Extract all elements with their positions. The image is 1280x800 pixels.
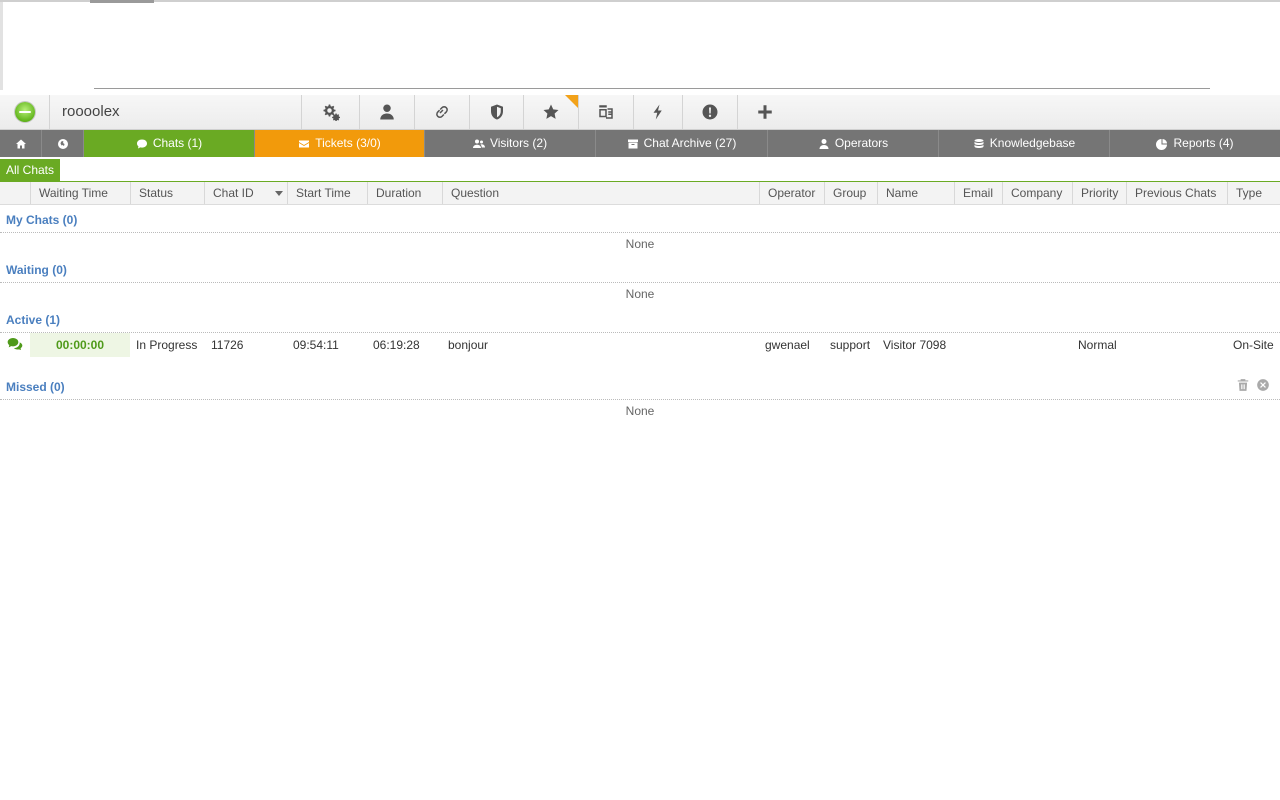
column-duration[interactable]: Duration — [367, 182, 442, 204]
favorites-button[interactable] — [524, 95, 579, 129]
add-icon — [758, 105, 772, 119]
globe-icon — [57, 138, 68, 149]
users-icon — [472, 139, 485, 148]
column-operator[interactable]: Operator — [759, 182, 824, 204]
tab-chats-label: Chats (1) — [152, 136, 203, 150]
alerts-button[interactable] — [683, 95, 738, 129]
tab-home[interactable] — [0, 130, 42, 157]
chat-subtabs: All Chats — [0, 157, 1280, 182]
settings-icon — [323, 104, 340, 121]
waiting-time-cell: 00:00:00 — [30, 333, 130, 357]
missed-empty: None — [625, 404, 655, 418]
star-icon — [543, 104, 559, 119]
database-icon — [974, 138, 984, 148]
top-divider — [94, 88, 1210, 89]
tab-chat-archive-label: Chat Archive (27) — [643, 136, 737, 150]
name-cell: Visitor 7098 — [883, 338, 947, 352]
top-tab-marker — [90, 0, 154, 3]
column-priority[interactable]: Priority — [1072, 182, 1126, 204]
column-start-time[interactable]: Start Time — [287, 182, 367, 204]
chat-row-icon — [7, 337, 23, 353]
section-waiting-title: Waiting (0) — [6, 263, 67, 277]
settings-button[interactable] — [302, 95, 360, 129]
my-chats-empty: None — [625, 237, 655, 251]
duration-cell: 06:19:28 — [373, 338, 420, 352]
shield-icon — [490, 104, 503, 120]
chat-bubbles-icon — [7, 338, 23, 350]
column-group[interactable]: Group — [824, 182, 877, 204]
column-type[interactable]: Type — [1227, 182, 1280, 204]
table-row[interactable]: 00:00:00 In Progress 11726 09:54:11 06:1… — [0, 333, 1280, 357]
user-icon — [380, 104, 394, 120]
left-edge — [0, 2, 3, 90]
tab-tickets-label: Tickets (3/0) — [315, 136, 381, 150]
operator-status-button[interactable] — [0, 95, 50, 129]
group-cell: support — [830, 338, 871, 352]
flash-icon — [653, 104, 662, 120]
operator-name: roooolex — [51, 95, 302, 129]
waiting-empty: None — [625, 287, 655, 301]
status-cell: In Progress — [136, 338, 198, 352]
add-button[interactable] — [738, 95, 792, 129]
section-divider — [0, 282, 1280, 283]
chat-id-cell: 11726 — [211, 338, 244, 352]
trash-icon[interactable] — [1236, 378, 1250, 392]
column-email[interactable]: Email — [954, 182, 1002, 204]
section-active-title: Active (1) — [6, 313, 61, 327]
main-navigation: Chats (1) Tickets (3/0) Visitors (2) Cha… — [0, 130, 1280, 157]
priority-cell: Normal — [1078, 338, 1117, 352]
chat-icon — [136, 139, 147, 148]
home-icon — [15, 139, 26, 148]
column-status[interactable]: Status — [130, 182, 204, 204]
tab-chat-archive[interactable]: Chat Archive (27) — [596, 130, 768, 157]
chat-table-header: Waiting Time Status Chat ID Start Time D… — [0, 182, 1280, 205]
tab-operators-label: Operators — [834, 136, 889, 150]
column-previous-chats[interactable]: Previous Chats — [1126, 182, 1227, 204]
online-status-icon — [15, 102, 35, 122]
operator-cell: gwenael — [765, 338, 810, 352]
link-button[interactable] — [415, 95, 470, 129]
tab-chats[interactable]: Chats (1) — [84, 130, 255, 157]
alert-icon — [702, 104, 718, 120]
column-waiting-time[interactable]: Waiting Time — [30, 182, 130, 204]
question-cell: bonjour — [448, 338, 489, 352]
section-divider — [0, 399, 1280, 400]
missed-actions — [1236, 378, 1270, 392]
shield-button[interactable] — [470, 95, 524, 129]
section-divider — [0, 232, 1280, 233]
tab-globe[interactable] — [42, 130, 84, 157]
tab-tickets[interactable]: Tickets (3/0) — [255, 130, 425, 157]
subtab-all-chats[interactable]: All Chats — [0, 159, 61, 181]
notification-corner — [565, 95, 578, 108]
section-my-chats-title: My Chats (0) — [6, 213, 78, 227]
tab-reports-label: Reports (4) — [1173, 136, 1234, 150]
pie-icon — [1156, 138, 1168, 150]
link-icon — [436, 106, 448, 118]
tab-operators[interactable]: Operators — [768, 130, 939, 157]
start-time-cell: 09:54:11 — [293, 338, 339, 352]
toolbar: roooolex — [0, 95, 1280, 130]
column-name[interactable]: Name — [877, 182, 954, 204]
column-question[interactable]: Question — [442, 182, 759, 204]
top-edge — [0, 0, 1280, 2]
browser-top-area — [0, 0, 1280, 95]
tab-visitors[interactable]: Visitors (2) — [425, 130, 596, 157]
column-chat-id[interactable]: Chat ID — [204, 182, 287, 204]
column-company[interactable]: Company — [1002, 182, 1072, 204]
translate-icon — [599, 105, 613, 119]
user-button[interactable] — [360, 95, 415, 129]
operator-icon — [819, 138, 829, 149]
envelope-icon — [299, 140, 310, 147]
close-icon[interactable] — [1256, 378, 1270, 392]
archive-icon — [627, 139, 638, 148]
section-missed-title: Missed (0) — [6, 380, 65, 394]
tab-knowledgebase[interactable]: Knowledgebase — [939, 130, 1110, 157]
translate-button[interactable] — [579, 95, 634, 129]
tab-reports[interactable]: Reports (4) — [1110, 130, 1280, 157]
tab-visitors-label: Visitors (2) — [489, 136, 548, 150]
tab-knowledgebase-label: Knowledgebase — [989, 136, 1076, 150]
type-cell: On-Site — [1233, 338, 1274, 352]
quick-actions-button[interactable] — [634, 95, 683, 129]
